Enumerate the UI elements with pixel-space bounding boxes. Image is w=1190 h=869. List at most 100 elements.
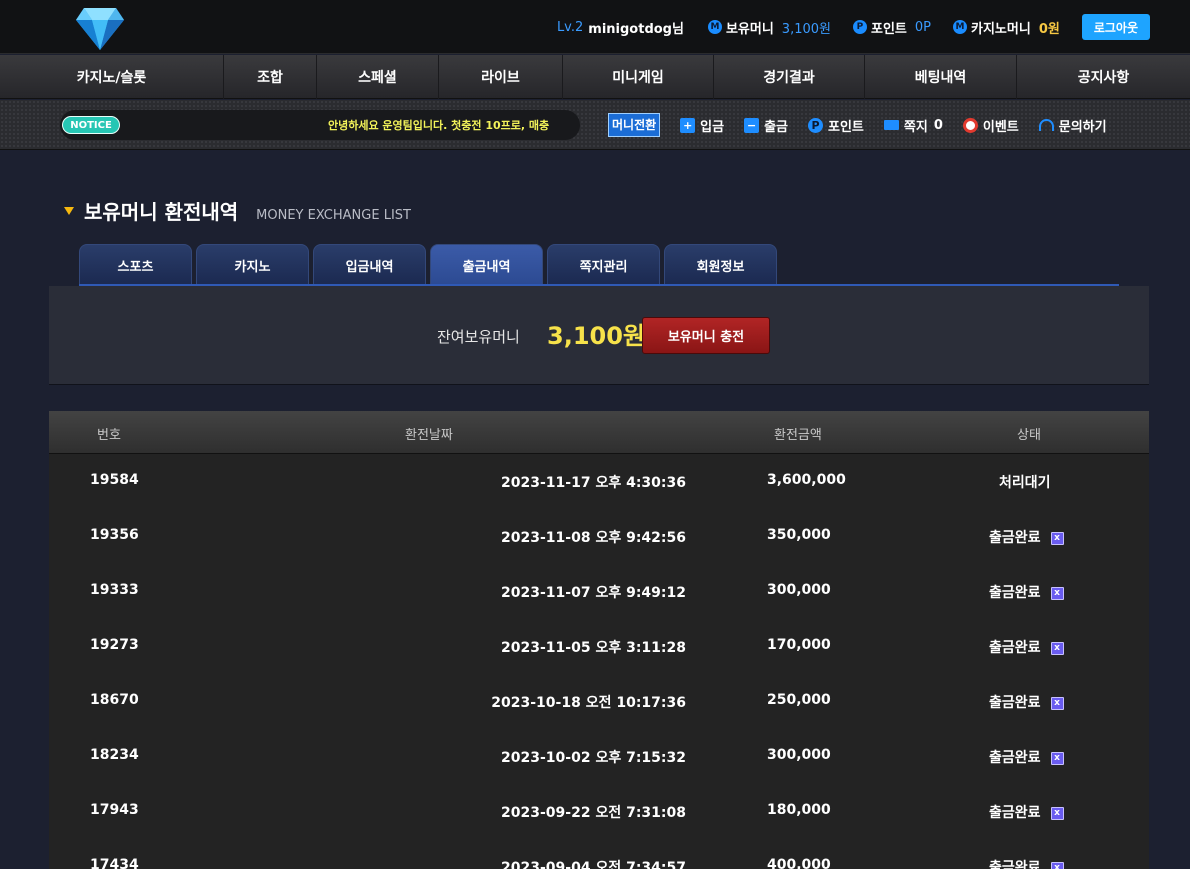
nav-bet-history[interactable]: 베팅내역 (865, 55, 1017, 99)
row-amount-text: 300,000 (767, 747, 831, 763)
triangle-down-icon (64, 207, 74, 215)
nav-combo[interactable]: 조합 (224, 55, 317, 99)
row-no-text: 19273 (90, 637, 139, 653)
tab-member-info[interactable]: 회원정보 (664, 244, 777, 285)
row-date-text: 2023-11-05 오후 3:11:28 (501, 640, 686, 656)
header-date: 환전날짜 (405, 428, 453, 443)
row-no-text: 17434 (90, 857, 139, 869)
row-status: 출금완료 x (989, 527, 1064, 547)
row-no-text: 18670 (90, 692, 139, 708)
logout-button[interactable]: 로그아웃 (1081, 14, 1150, 40)
table-row: 19333 2023-11-07 오후 9:49:12 300,000 출금완료 x (49, 564, 1149, 619)
minus-icon: − (744, 117, 760, 133)
withdraw-label: 출금 (764, 119, 789, 135)
row-amount-text: 300,000 (767, 582, 831, 598)
tab-casino[interactable]: 카지노 (196, 244, 309, 285)
exchange-table: 번호 환전날짜 환전금액 상태 19584 2023-11-17 오후 4:30:… (49, 411, 1149, 869)
row-status: 출금완료 x (989, 692, 1064, 712)
page-title: 보유머니 환전내역 MONEY EXCHANGE LIST (64, 196, 411, 225)
username: minigotdog님 (588, 21, 684, 37)
quick-withdraw[interactable]: − 출금 (744, 116, 788, 135)
row-date: 2023-10-18 오전 10:17:36 (491, 692, 686, 712)
quick-deposit[interactable]: + 입금 (680, 116, 724, 135)
row-date-text: 2023-09-04 오전 7:34:57 (501, 860, 686, 869)
top-header: Lv.2 minigotdog님 M 보유머니 3,100원 P 포인트 0P … (0, 0, 1190, 54)
row-status: 출금완료 x (989, 582, 1064, 602)
row-amount-text: 400,000 (767, 857, 831, 869)
quick-point[interactable]: P 포인트 (808, 116, 864, 135)
row-status: 출금완료 x (989, 857, 1064, 869)
point-link-label: 포인트 (828, 119, 864, 135)
delete-x-icon[interactable]: x (1050, 861, 1064, 869)
row-status-text: 출금완료 (989, 750, 1041, 766)
tab-messages[interactable]: 쪽지관리 (547, 244, 660, 285)
row-status-text: 처리대기 (999, 475, 1051, 491)
tab-bar: 스포츠 카지노 입금내역 출금내역 쪽지관리 회원정보 (79, 244, 781, 285)
row-no: 19356 (90, 527, 139, 543)
point-label: 포인트 (870, 21, 907, 37)
casino-money-info: M 카지노머니 0원 (953, 18, 1060, 37)
charge-money-button[interactable]: 보유머니 충전 (642, 317, 770, 354)
event-label: 이벤트 (982, 119, 1019, 135)
main-nav: 카지노/슬롯 조합 스페셜 라이브 미니게임 경기결과 베팅내역 공지사항 (0, 55, 1190, 99)
delete-x-icon[interactable]: x (1050, 531, 1064, 545)
quick-inquiry[interactable]: 문의하기 (1038, 116, 1107, 135)
delete-x-icon[interactable]: x (1050, 806, 1064, 820)
notice-bar: NOTICE 안녕하세요 운영팀입니다. 첫충전 10프로, 매충 머니전환 +… (0, 100, 1190, 150)
row-date: 2023-10-02 오후 7:15:32 (501, 747, 686, 767)
diamond-logo-icon[interactable] (74, 4, 126, 52)
quick-message[interactable]: 쪽지 0 (883, 116, 943, 135)
row-date: 2023-11-05 오후 3:11:28 (501, 637, 686, 657)
row-status: 출금완료 x (989, 802, 1064, 822)
user-info-bar: Lv.2 minigotdog님 M 보유머니 3,100원 P 포인트 0P … (557, 14, 1150, 40)
quick-event[interactable]: 이벤트 (962, 116, 1019, 135)
tab-deposit-history[interactable]: 입금내역 (313, 244, 426, 285)
nav-live[interactable]: 라이브 (439, 55, 563, 99)
nav-casino-slot[interactable]: 카지노/슬롯 (0, 55, 224, 99)
deposit-label: 입금 (700, 119, 725, 135)
row-amount-text: 250,000 (767, 692, 831, 708)
row-no: 18234 (90, 747, 139, 763)
table-row: 17434 2023-09-04 오전 7:34:57 400,000 출금완료 x (49, 839, 1149, 869)
row-status-text: 출금완료 (989, 860, 1041, 869)
tab-withdraw-history[interactable]: 출금내역 (430, 244, 543, 285)
notice-ticker: NOTICE 안녕하세요 운영팀입니다. 첫충전 10프로, 매충 (60, 110, 580, 140)
tab-sports[interactable]: 스포츠 (79, 244, 192, 285)
row-no: 18670 (90, 692, 139, 708)
page-subtitle: MONEY EXCHANGE LIST (256, 208, 411, 223)
row-amount: 170,000 (767, 637, 831, 653)
row-date-text: 2023-10-02 오후 7:15:32 (501, 750, 686, 766)
delete-x-icon[interactable]: x (1050, 586, 1064, 600)
table-body: 19584 2023-11-17 오후 4:30:36 3,600,000 처리대기 1… (49, 454, 1149, 869)
casino-m-icon: M (953, 20, 967, 34)
row-status-text: 출금완료 (989, 585, 1041, 601)
row-date-text: 2023-11-08 오후 9:42:56 (501, 530, 686, 546)
page-title-text: 보유머니 환전내역 (84, 200, 239, 224)
money-m-icon: M (707, 20, 722, 34)
inquiry-label: 문의하기 (1058, 119, 1107, 135)
row-status: 처리대기 (999, 472, 1051, 492)
table-row: 18234 2023-10-02 오후 7:15:32 300,000 출금완료 x (49, 729, 1149, 784)
row-status-text: 출금완료 (989, 640, 1041, 656)
message-label: 쪽지 (903, 119, 928, 135)
notice-text[interactable]: 안녕하세요 운영팀입니다. 첫충전 10프로, 매충 (328, 117, 568, 133)
delete-x-icon[interactable]: x (1050, 696, 1064, 710)
table-row: 19273 2023-11-05 오후 3:11:28 170,000 출금완료 x (49, 619, 1149, 674)
row-status: 출금완료 x (989, 747, 1064, 767)
plus-icon: + (680, 117, 696, 133)
row-amount: 300,000 (767, 582, 831, 598)
row-amount: 300,000 (767, 747, 831, 763)
delete-x-icon[interactable]: x (1050, 751, 1064, 765)
point-value: 0P (914, 19, 931, 35)
row-amount-text: 180,000 (767, 802, 831, 818)
money-value: 3,100원 (781, 21, 831, 37)
casino-money-label: 카지노머니 (971, 21, 1031, 37)
nav-special[interactable]: 스페셜 (317, 55, 439, 99)
nav-results[interactable]: 경기결과 (714, 55, 865, 99)
money-switch-button[interactable]: 머니전환 (608, 113, 661, 137)
nav-notice[interactable]: 공지사항 (1017, 55, 1190, 99)
mail-icon (883, 120, 899, 130)
nav-minigame[interactable]: 미니게임 (563, 55, 714, 99)
target-icon (962, 117, 978, 133)
delete-x-icon[interactable]: x (1050, 641, 1064, 655)
